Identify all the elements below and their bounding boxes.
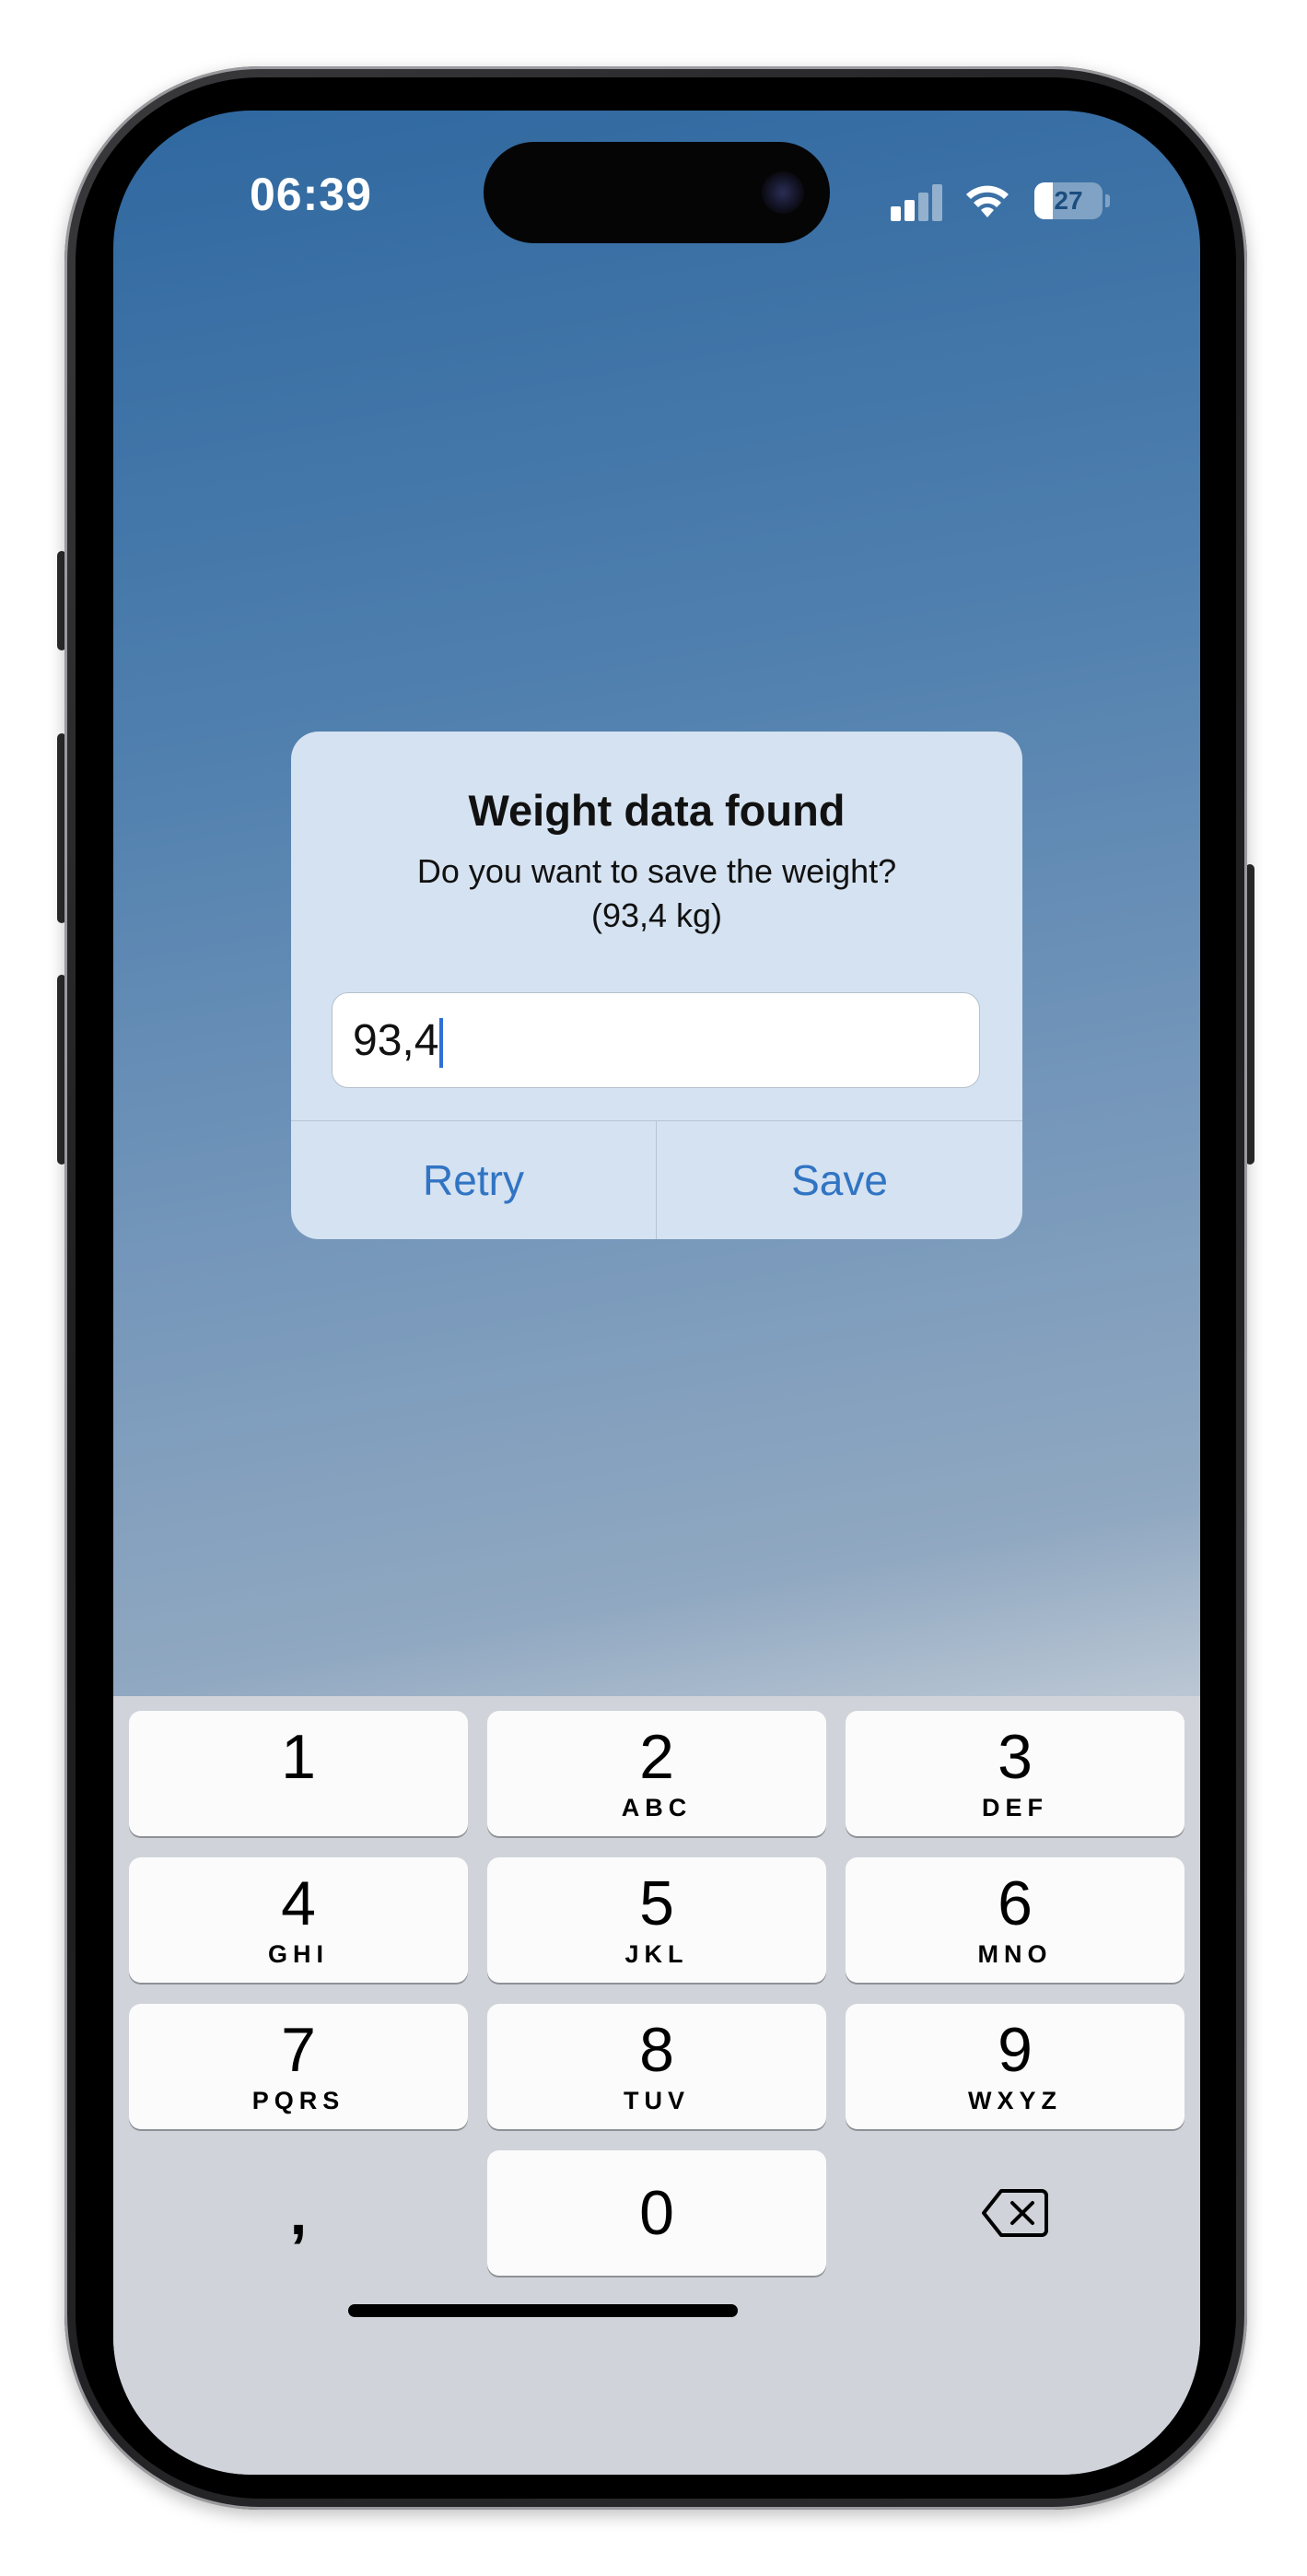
delete-left-icon [982, 2189, 1048, 2237]
text-cursor [439, 1018, 444, 1069]
home-indicator[interactable] [348, 2304, 738, 2317]
key-8[interactable]: 8 TUV [487, 2004, 826, 2129]
key-7[interactable]: 7 PQRS [129, 2004, 468, 2129]
front-camera-icon [762, 171, 804, 214]
key-5[interactable]: 5 JKL [487, 1857, 826, 1983]
key-1[interactable]: 1 [129, 1711, 468, 1836]
key-digit: 3 [998, 1722, 1033, 1792]
key-6[interactable]: 6 MNO [846, 1857, 1184, 1983]
numeric-keyboard: 1 2 ABC 3 DEF 4 GHI 5 JKL 6 MNO 7 PQRS 8… [113, 1696, 1200, 2475]
decimal-comma-key[interactable]: , [129, 2150, 468, 2276]
weight-input-value: 93,4 [353, 1016, 439, 1065]
device-mockup: 06:39 27 Weight data found Do you want t… [0, 0, 1307, 2576]
key-letters: MNO [977, 1940, 1053, 1968]
key-digit: 4 [281, 1868, 316, 1938]
weight-input[interactable]: 93,4 [332, 992, 980, 1088]
key-letters: WXYZ [968, 2087, 1062, 2114]
battery-body: 27 [1034, 182, 1103, 219]
retry-button[interactable]: Retry [291, 1121, 657, 1239]
key-3[interactable]: 3 DEF [846, 1711, 1184, 1836]
key-digit: 1 [281, 1722, 316, 1792]
key-letters: JKL [624, 1940, 689, 1968]
delete-key[interactable] [846, 2150, 1184, 2276]
battery-level: 27 [1054, 186, 1083, 215]
key-4[interactable]: 4 GHI [129, 1857, 468, 1983]
key-letters: DEF [982, 1794, 1048, 1821]
key-digit: 5 [639, 1868, 674, 1938]
key-9[interactable]: 9 WXYZ [846, 2004, 1184, 2129]
key-2[interactable]: 2 ABC [487, 1711, 826, 1836]
key-letters: ABC [621, 1794, 693, 1821]
key-digit: 2 [639, 1722, 674, 1792]
key-0[interactable]: 0 [487, 2150, 826, 2276]
key-digit: 7 [281, 2015, 316, 2085]
key-digit: 9 [998, 2015, 1033, 2085]
key-letters: GHI [267, 1940, 329, 1968]
alert-title: Weight data found [468, 786, 846, 835]
dynamic-island [484, 142, 830, 243]
status-time: 06:39 [250, 169, 372, 220]
alert-message: Do you want to save the weight? (93,4 kg… [328, 849, 986, 938]
battery-icon: 27 [1034, 182, 1110, 219]
key-letters: PQRS [251, 2087, 345, 2114]
alert-message-line1: Do you want to save the weight? [416, 852, 897, 890]
alert-message-line2: (93,4 kg) [590, 896, 723, 934]
save-button[interactable]: Save [657, 1121, 1022, 1239]
wifi-icon [966, 185, 1009, 217]
key-digit: 0 [639, 2178, 674, 2248]
key-digit: 6 [998, 1868, 1033, 1938]
key-digit: 8 [639, 2015, 674, 2085]
cellular-signal-icon [891, 184, 942, 221]
alert-actions: Retry Save [291, 1120, 1022, 1239]
battery-cap [1105, 194, 1110, 207]
weight-alert-dialog: Weight data found Do you want to save th… [291, 732, 1022, 1239]
phone-screen: 06:39 27 Weight data found Do you want t… [113, 111, 1200, 2475]
key-letters: TUV [624, 2087, 690, 2114]
